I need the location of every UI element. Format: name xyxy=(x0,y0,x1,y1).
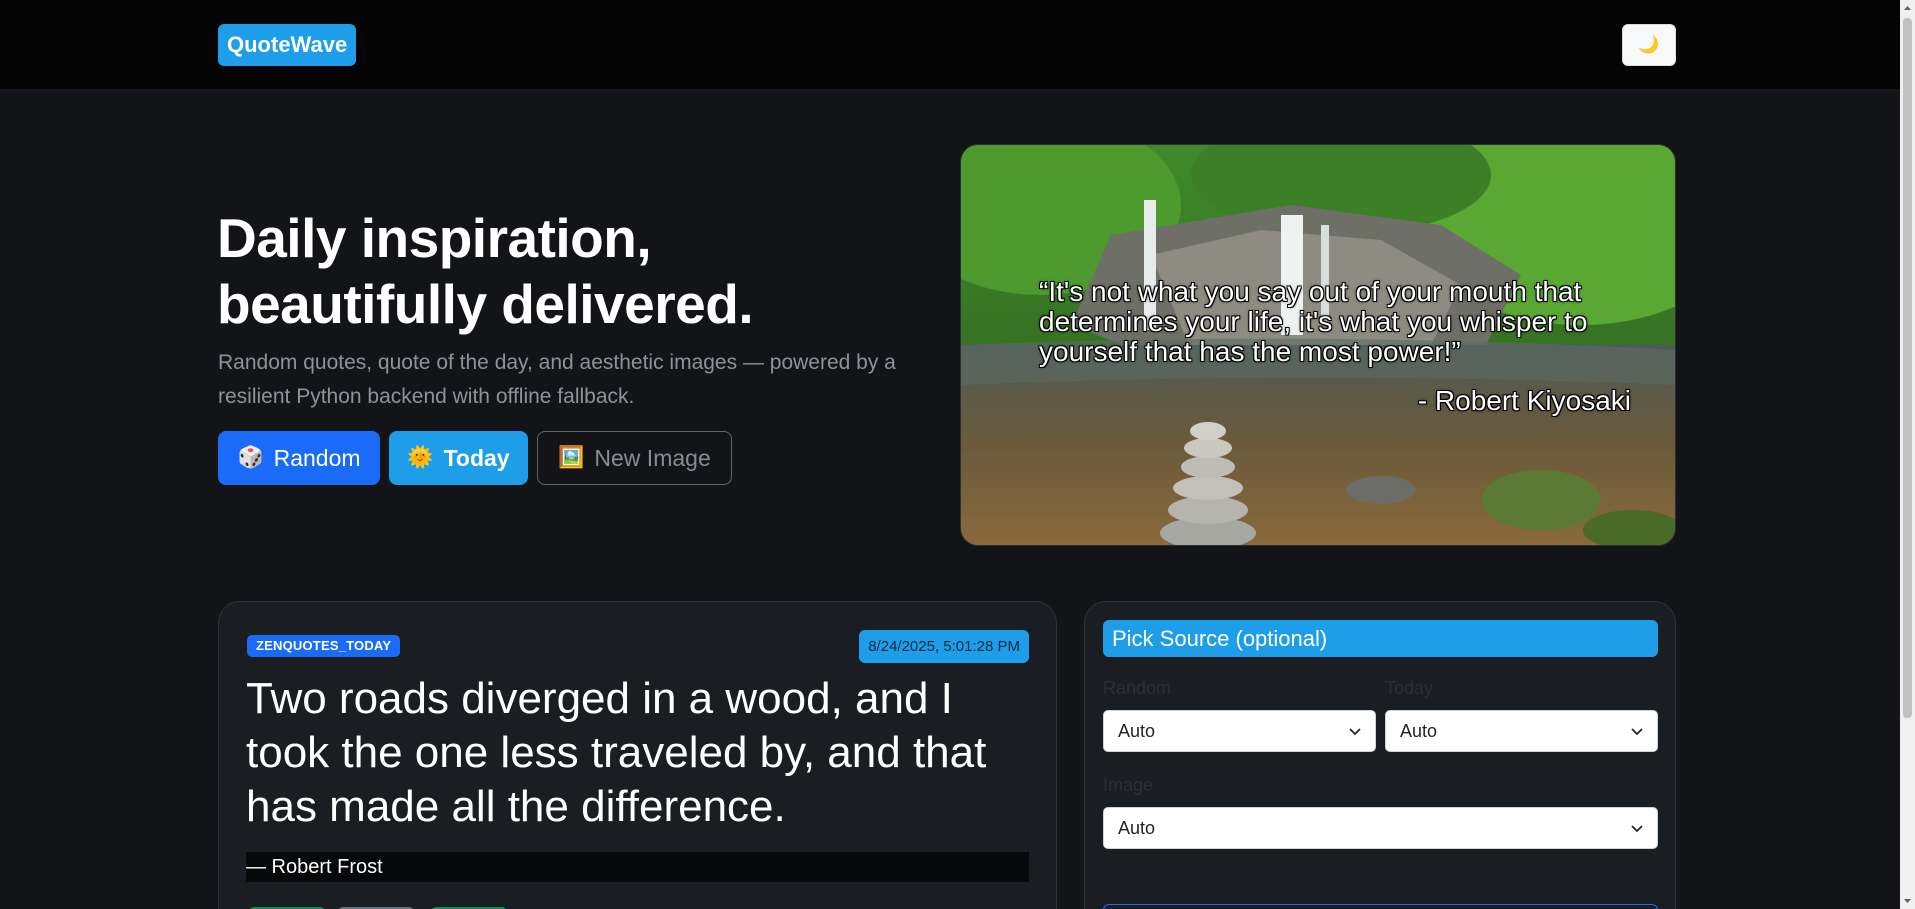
quote-image: “It's not what you say out of your mouth… xyxy=(960,144,1676,546)
today-button-label: Today xyxy=(443,444,510,471)
source-picker-title: Pick Source (optional) xyxy=(1103,620,1658,657)
hero-title: Daily inspiration, beautifully delivered… xyxy=(217,205,917,337)
apply-source-button[interactable] xyxy=(1103,904,1658,909)
today-source-value: Auto xyxy=(1400,721,1438,741)
theme-toggle-button[interactable]: 🌙 xyxy=(1622,24,1676,66)
chevron-down-icon xyxy=(1349,728,1361,736)
page-scrollbar[interactable] xyxy=(1900,0,1915,909)
today-source-select[interactable]: Auto xyxy=(1385,710,1658,752)
image-quote-text: “It's not what you say out of your mouth… xyxy=(1039,276,1588,367)
hero-title-line-1: Daily inspiration, xyxy=(217,207,652,269)
picture-icon: 🖼️ xyxy=(558,446,585,469)
random-source-select[interactable]: Auto xyxy=(1103,710,1376,752)
random-source-label: Random xyxy=(1103,678,1172,698)
today-source-label: Today xyxy=(1385,678,1434,698)
image-quote-author: - Robert Kiyosaki xyxy=(1417,385,1631,416)
brand-logo[interactable]: QuoteWave xyxy=(218,24,357,66)
scroll-up-icon[interactable] xyxy=(1903,3,1912,13)
new-image-button[interactable]: 🖼️ New Image xyxy=(537,431,732,485)
hero-title-line-2: beautifully delivered. xyxy=(217,273,754,335)
scrollbar-thumb[interactable] xyxy=(1903,18,1912,718)
image-source-value: Auto xyxy=(1118,818,1156,838)
quote-author: — Robert Frost xyxy=(246,852,1029,882)
chevron-down-icon xyxy=(1631,825,1643,833)
top-navbar: QuoteWave 🌙 xyxy=(0,0,1900,89)
dice-icon: 🎲 xyxy=(237,446,264,469)
new-image-button-label: New Image xyxy=(594,444,711,471)
image-source-label: Image xyxy=(1103,775,1154,795)
quote-card: ZENQUOTES_TODAY 8/24/2025, 5:01:28 PM Tw… xyxy=(218,601,1057,909)
random-source-value: Auto xyxy=(1118,721,1156,741)
quote-timestamp: 8/24/2025, 5:01:28 PM xyxy=(859,630,1029,663)
image-source-select[interactable]: Auto xyxy=(1103,807,1658,849)
moon-icon: 🌙 xyxy=(1638,35,1660,54)
today-quote-button[interactable]: 🌞 Today xyxy=(389,431,528,485)
chevron-down-icon xyxy=(1631,728,1643,736)
scroll-down-icon[interactable] xyxy=(1903,896,1912,906)
source-badge: ZENQUOTES_TODAY xyxy=(247,635,401,657)
hero-subtitle: Random quotes, quote of the day, and aes… xyxy=(218,351,896,408)
sun-icon: 🌞 xyxy=(407,446,434,469)
quote-text: Two roads diverged in a wood, and I took… xyxy=(246,674,987,831)
random-quote-button[interactable]: 🎲 Random xyxy=(218,431,380,485)
source-picker-panel: Pick Source (optional) Random Auto Today… xyxy=(1084,601,1676,909)
random-button-label: Random xyxy=(273,444,361,471)
